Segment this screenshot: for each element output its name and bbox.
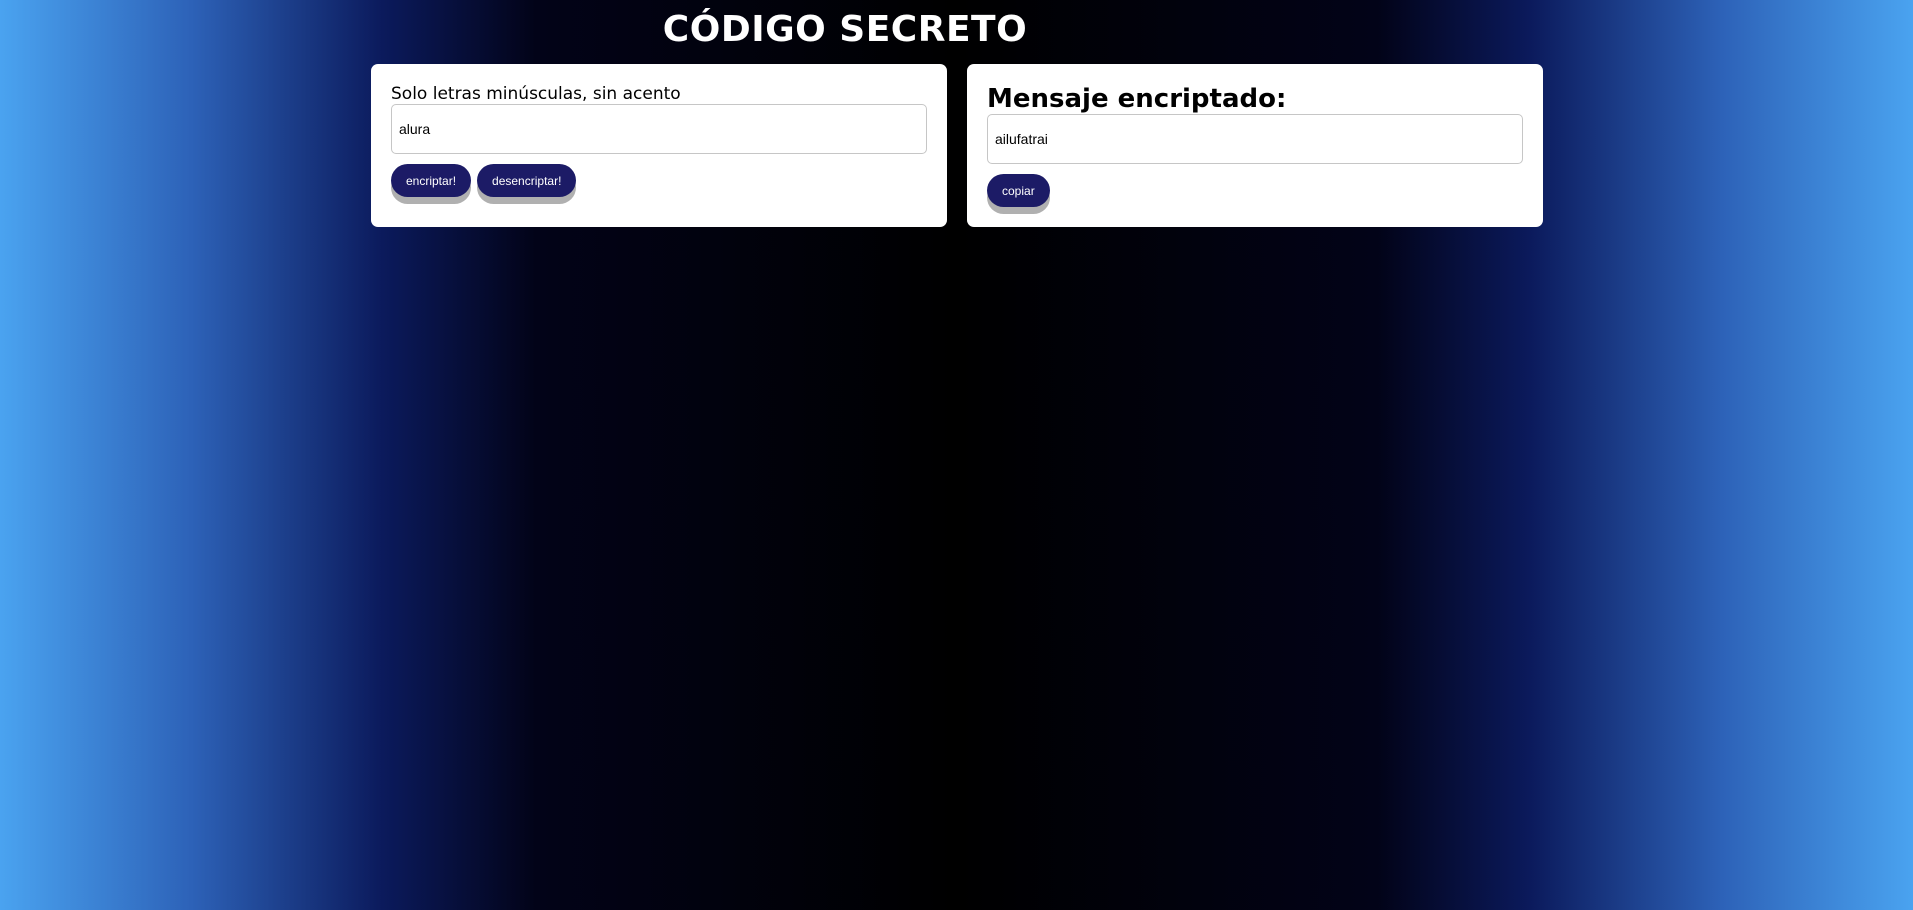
encrypt-button[interactable]: encriptar!: [391, 164, 472, 197]
message-input[interactable]: [391, 104, 927, 154]
input-panel: Solo letras minúsculas, sin acento encri…: [371, 64, 947, 227]
output-buttons: copiar: [987, 174, 1523, 207]
input-label: Solo letras minúsculas, sin acento: [391, 84, 681, 104]
encrypted-output-field[interactable]: [987, 114, 1523, 164]
page-title: CÓDIGO SECRETO: [662, 9, 1028, 50]
output-heading: Mensaje encriptado:: [987, 84, 1287, 114]
action-buttons: encriptar! desencriptar!: [391, 164, 927, 197]
output-panel: Mensaje encriptado: copiar: [967, 64, 1543, 227]
copy-button[interactable]: copiar: [987, 174, 1050, 207]
decrypt-button[interactable]: desencriptar!: [477, 164, 577, 197]
